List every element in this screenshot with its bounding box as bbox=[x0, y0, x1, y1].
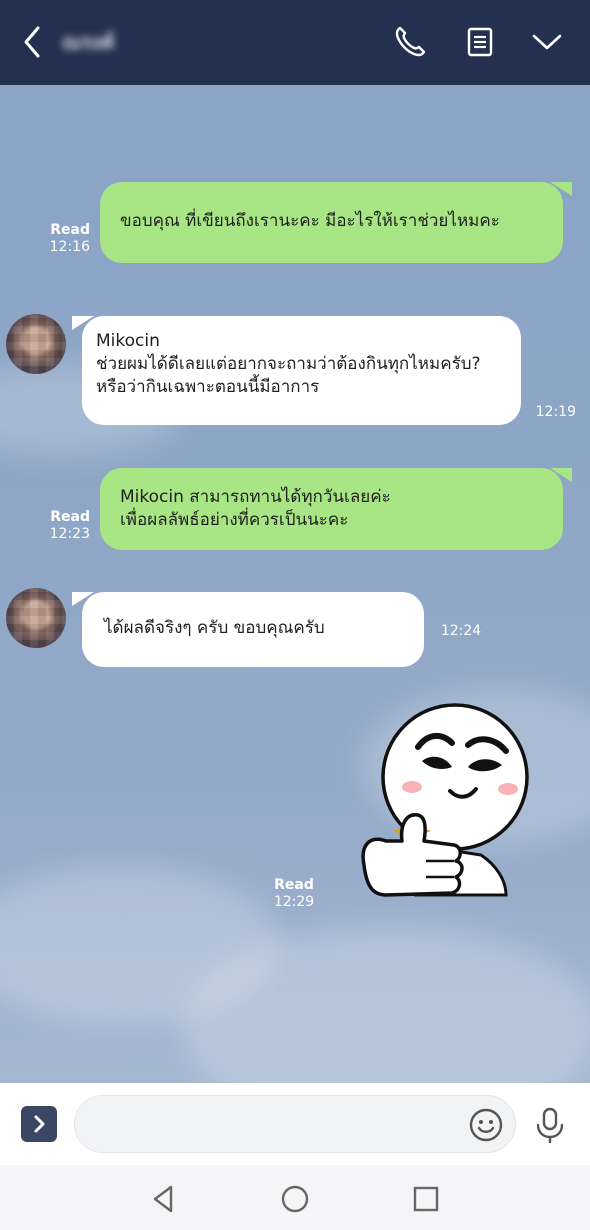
moon-thumbs-up-sticker[interactable] bbox=[356, 695, 552, 905]
contact-avatar[interactable] bbox=[6, 314, 66, 374]
expand-menu-button[interactable] bbox=[21, 1106, 57, 1142]
read-receipt: Read bbox=[50, 509, 90, 525]
message-meta: 12:24 bbox=[436, 623, 486, 640]
contact-name[interactable]: ณรงค์ bbox=[62, 26, 162, 58]
message-time: 12:16 bbox=[49, 239, 90, 255]
bubble-tail bbox=[550, 182, 572, 196]
outgoing-message-bubble[interactable]: Mikocin สามารถทานได้ทุกวันเลยค่ะ เพื่อผล… bbox=[100, 468, 563, 550]
message-text: ได้ผลดีจริงๆ ครับ ขอบคุณครับ bbox=[104, 618, 325, 638]
message-input[interactable] bbox=[74, 1095, 516, 1153]
incoming-message-bubble[interactable]: Mikocin ช่วยผมได้ดีเลยแต่อยากจะถามว่าต้อ… bbox=[82, 316, 521, 425]
incoming-message-bubble[interactable]: ได้ผลดีจริงๆ ครับ ขอบคุณครับ bbox=[82, 592, 424, 667]
emoji-icon[interactable] bbox=[468, 1107, 504, 1143]
outgoing-message-bubble[interactable]: ขอบคุณ ที่เขียนถึงเรานะคะ มีอะไรให้เราช่… bbox=[100, 182, 563, 263]
read-receipt: Read bbox=[274, 877, 314, 893]
message-line: หรือว่ากินเฉพาะตอนนี้มีอาการ bbox=[96, 377, 320, 397]
message-input-bar bbox=[0, 1083, 590, 1165]
microphone-icon[interactable] bbox=[532, 1105, 568, 1145]
contact-avatar[interactable] bbox=[6, 588, 66, 648]
bubble-tail bbox=[72, 592, 94, 606]
chat-header: ณรงค์ bbox=[0, 0, 590, 85]
message-meta: Read 12:16 bbox=[30, 222, 90, 256]
chat-history[interactable]: Read 12:16 ขอบคุณ ที่เขียนถึงเรานะคะ มีอ… bbox=[0, 85, 590, 1083]
bubble-tail bbox=[72, 316, 94, 330]
message-line: เพื่อผลลัพธ์อย่างที่ควรเป็นนะคะ bbox=[120, 510, 349, 530]
chevron-down-icon[interactable] bbox=[527, 22, 567, 62]
notes-icon[interactable] bbox=[460, 22, 500, 62]
sender-name: Mikocin bbox=[96, 331, 160, 351]
message-time: 12:29 bbox=[273, 894, 315, 910]
message-time: 12:23 bbox=[49, 526, 90, 542]
message-line: ช่วยผมได้ดีเลยแต่อยากจะถามว่าต้องกินทุกไ… bbox=[96, 354, 481, 374]
message-time: 12:19 bbox=[535, 404, 576, 420]
nav-home-icon[interactable] bbox=[278, 1182, 312, 1216]
nav-recents-icon[interactable] bbox=[409, 1182, 443, 1216]
message-meta: Read 12:29 bbox=[268, 877, 320, 911]
chevron-right-icon bbox=[34, 1115, 45, 1133]
message-line: Mikocin สามารถทานได้ทุกวันเลยค่ะ bbox=[120, 487, 391, 507]
message-text: ขอบคุณ ที่เขียนถึงเรานะคะ มีอะไรให้เราช่… bbox=[120, 211, 500, 231]
message-meta: 12:19 bbox=[528, 404, 576, 421]
read-receipt: Read bbox=[50, 222, 90, 238]
back-arrow-icon[interactable] bbox=[18, 24, 48, 60]
nav-back-icon[interactable] bbox=[147, 1182, 181, 1216]
phone-call-icon[interactable] bbox=[390, 22, 430, 62]
message-meta: Read 12:23 bbox=[30, 509, 90, 543]
message-time: 12:24 bbox=[440, 623, 482, 639]
system-navigation-bar bbox=[0, 1165, 590, 1230]
bubble-tail bbox=[550, 468, 572, 482]
